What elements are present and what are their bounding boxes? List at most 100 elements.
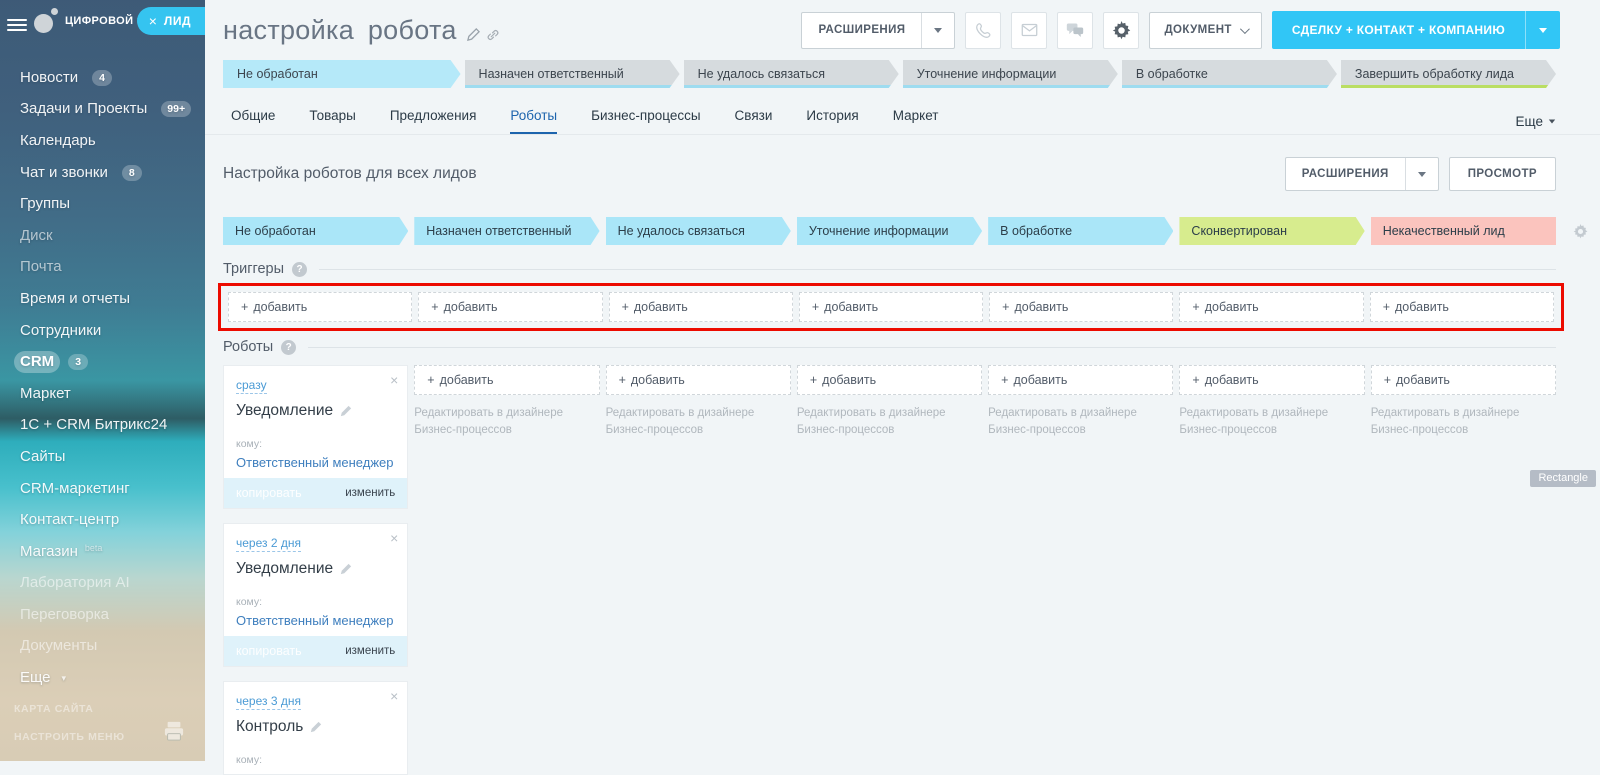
edit-pencil-icon[interactable] [310,721,322,733]
robot-when-link[interactable]: сразу [236,378,267,394]
statuses-gear-icon[interactable] [1573,224,1588,239]
add-trigger-button[interactable]: + добавить [418,292,602,322]
tab[interactable]: Связи [735,108,773,134]
status-chip[interactable]: Некачественный лид [1371,217,1556,245]
designer-link[interactable]: Редактировать в дизайнере Бизнес-процесс… [414,405,599,440]
add-robot-button[interactable]: +добавить [988,365,1173,395]
lead-filter-chip[interactable]: × ЛИД [137,7,205,35]
status-chip[interactable]: Не удалось связаться [606,217,791,245]
robot-to-link[interactable]: Ответственный менеджер [236,455,395,470]
printer-icon[interactable] [163,721,185,741]
add-trigger-button[interactable]: + добавить [799,292,983,322]
sidebar-item[interactable]: Контакт-центр [14,504,205,536]
tab-more[interactable]: Еще [1516,114,1556,129]
tab[interactable]: Товары [309,108,355,134]
close-icon[interactable]: × [390,372,398,388]
status-chip[interactable]: Назначен ответственный [414,217,599,245]
sidebar-item[interactable]: Сотрудники [14,315,205,347]
designer-link[interactable]: Редактировать в дизайнере Бизнес-процесс… [1179,405,1364,440]
copy-link[interactable]: копировать [236,486,302,500]
extensions-button-label[interactable]: РАСШИРЕНИЯ [802,13,921,48]
convert-lead-button[interactable]: СДЕЛКУ + КОНТАКТ + КОМПАНИЮ [1272,11,1560,49]
add-trigger-button[interactable]: + добавить [989,292,1173,322]
sidebar-item[interactable]: Время и отчеты [14,283,205,315]
status-chip[interactable]: Сконвертирован [1179,217,1364,245]
tab[interactable]: Бизнес-процессы [591,108,700,134]
chat-button[interactable] [1057,12,1093,49]
sidebar-item[interactable]: Маркет [14,378,205,410]
robot-when-link[interactable]: через 2 дня [236,536,301,552]
edit-link[interactable]: изменить [345,645,395,657]
add-trigger-button[interactable]: + добавить [609,292,793,322]
add-robot-button[interactable]: +добавить [606,365,791,395]
robots-extensions-caret[interactable] [1405,158,1438,190]
hamburger-menu-icon[interactable] [7,16,27,32]
sidebar-item[interactable]: Группы [14,188,205,220]
sidebar-item[interactable]: Лаборатория AI [14,568,205,600]
sidebar-item[interactable]: Диск [14,220,205,252]
sidebar-item[interactable]: CRM-маркетинг [14,473,205,505]
robots-extensions-button[interactable]: РАСШИРЕНИЯ [1285,157,1439,191]
add-trigger-button[interactable]: + добавить [1179,292,1363,322]
sidebar-item[interactable]: Почта [14,252,205,284]
call-button[interactable] [965,12,1001,49]
add-robot-button[interactable]: +добавить [797,365,982,395]
robot-to-link[interactable]: Ответственный менеджер [236,613,395,628]
close-icon[interactable]: × [390,530,398,546]
edit-pencil-icon[interactable] [340,563,352,575]
edit-pencil-icon[interactable] [340,405,352,417]
email-button[interactable] [1011,12,1047,49]
sidebar-item[interactable]: Календарь [14,125,205,157]
convert-caret-button[interactable] [1525,11,1560,49]
designer-link[interactable]: Редактировать в дизайнере Бизнес-процесс… [797,405,982,440]
designer-link[interactable]: Редактировать в дизайнере Бизнес-процесс… [988,405,1173,440]
status-chip[interactable]: Уточнение информации [797,217,982,245]
designer-link[interactable]: Редактировать в дизайнере Бизнес-процесс… [1371,405,1556,440]
robot-when-link[interactable]: через 3 дня [236,694,301,710]
sidebar-item[interactable]: Документы [14,631,205,663]
sidebar-item[interactable]: Чат и звонки 8 [14,157,205,189]
extensions-caret-button[interactable] [921,13,954,48]
add-robot-button[interactable]: +добавить [1179,365,1364,395]
copy-link[interactable]: копировать [236,644,302,658]
status-chip[interactable]: В обработке [988,217,1173,245]
tab[interactable]: История [806,108,858,134]
lead-stage[interactable]: Не обработан [223,60,461,88]
tab[interactable]: Общие [231,108,275,134]
add-trigger-button[interactable]: + добавить [228,292,412,322]
lead-stage[interactable]: Уточнение информации [903,60,1118,88]
view-button[interactable]: ПРОСМОТР [1449,157,1556,191]
add-robot-button[interactable]: +добавить [414,365,599,395]
designer-link[interactable]: Редактировать в дизайнере Бизнес-процесс… [606,405,791,440]
edit-link[interactable]: изменить [345,487,395,499]
lead-stage[interactable]: Назначен ответственный [465,60,680,88]
tab[interactable]: Маркет [893,108,939,134]
convert-lead-label[interactable]: СДЕЛКУ + КОНТАКТ + КОМПАНИЮ [1272,11,1525,49]
settings-button[interactable] [1103,12,1139,49]
help-icon[interactable]: ? [281,340,296,355]
document-button[interactable]: ДОКУМЕНТ [1149,12,1261,49]
lead-stage[interactable]: В обработке [1122,60,1337,88]
close-icon[interactable]: × [390,688,398,704]
add-robot-button[interactable]: +добавить [1371,365,1556,395]
sidebar-item[interactable]: 1С + CRM Битрикс24 [14,410,205,442]
tab[interactable]: Предложения [390,108,477,134]
sitemap-link[interactable]: КАРТА САЙТА [14,703,195,715]
extensions-button[interactable]: РАСШИРЕНИЯ [801,12,955,49]
sidebar-item[interactable]: Переговорка [14,599,205,631]
sidebar-item[interactable]: CRM 3 [14,346,205,378]
lead-stage[interactable]: Не удалось связаться [684,60,899,88]
status-chip[interactable]: Не обработан [223,217,408,245]
tab[interactable]: Роботы [510,108,557,134]
sidebar-item[interactable]: Новости 4 [14,62,205,94]
add-trigger-button[interactable]: + добавить [1370,292,1554,322]
sidebar-item[interactable]: Сайты [14,441,205,473]
edit-pencil-icon[interactable] [467,28,480,41]
help-icon[interactable]: ? [292,262,307,277]
close-icon[interactable]: × [149,14,157,28]
sidebar-item[interactable]: Задачи и Проекты 99+ [14,94,205,126]
lead-stage[interactable]: Завершить обработку лида [1341,60,1556,88]
robots-extensions-label[interactable]: РАСШИРЕНИЯ [1286,158,1405,190]
sidebar-item[interactable]: Магазинbeta [14,536,205,568]
link-icon[interactable] [486,28,500,42]
